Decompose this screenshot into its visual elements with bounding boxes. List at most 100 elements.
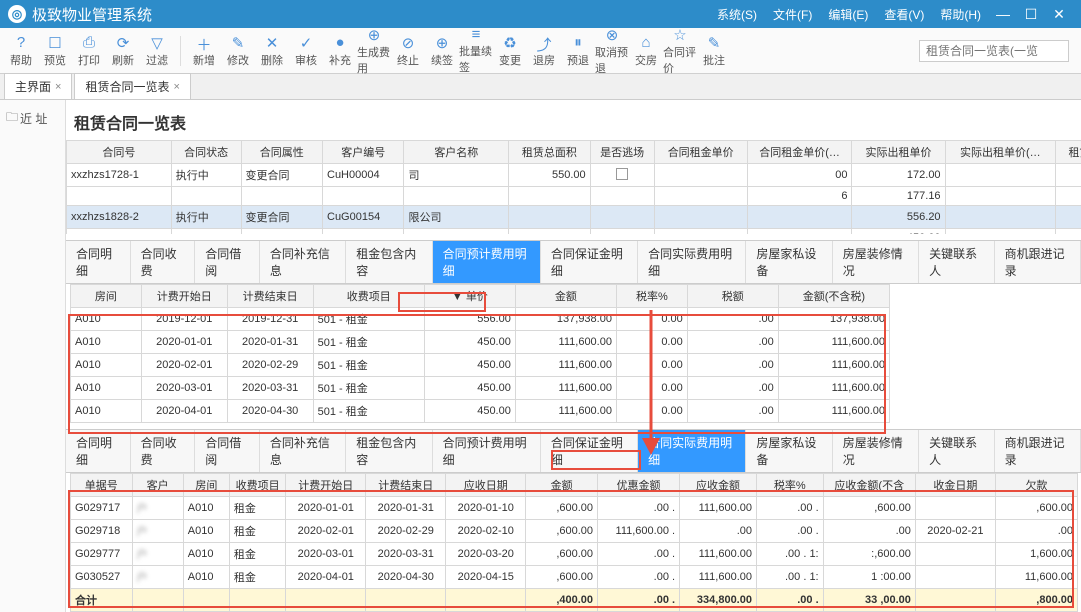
toolbar-新增[interactable]: ＋新增 — [187, 31, 221, 71]
close-button[interactable]: ✕ — [1045, 6, 1073, 23]
table-row[interactable]: A0102020-04-012020-04-30501 - 租金450.0011… — [71, 400, 890, 423]
col-header[interactable]: 税率% — [756, 474, 823, 497]
act-tab-5[interactable]: 合同预计费用明细 — [433, 430, 541, 472]
toolbar-终止[interactable]: ⊘终止 — [391, 31, 425, 71]
est-tab-6[interactable]: 合同保证金明细 — [541, 241, 638, 283]
table-row[interactable]: G029718户A010租金2020-02-012020-02-292020-0… — [71, 520, 1078, 543]
col-header[interactable]: 应收金额 — [680, 474, 757, 497]
table-row[interactable]: 6177.16550 — [67, 187, 1081, 206]
table-row[interactable]: G029777户A010租金2020-03-012020-03-312020-0… — [71, 543, 1078, 566]
col-header[interactable]: 应收日期 — [446, 474, 526, 497]
sidebar-item[interactable]: 🗀近 址 — [2, 104, 63, 133]
col-header[interactable]: 合同号 — [67, 141, 172, 164]
table-row[interactable]: 450.00248 — [67, 229, 1081, 235]
toolbar-预览[interactable]: ☐预览 — [38, 31, 72, 71]
col-header[interactable]: 税率% — [616, 285, 687, 308]
col-header[interactable]: 房间 — [183, 474, 229, 497]
toolbar-取消预退[interactable]: ⊗取消预退 — [595, 31, 629, 71]
col-header[interactable]: ▼ 单价 — [424, 285, 515, 308]
est-tab-4[interactable]: 租金包含内容 — [346, 241, 432, 283]
checkbox[interactable] — [616, 168, 628, 180]
table-row[interactable]: G030527户A010租金2020-04-012020-04-302020-0… — [71, 566, 1078, 589]
toolbar-交房[interactable]: ⌂交房 — [629, 31, 663, 71]
est-tab-1[interactable]: 合同收费 — [131, 241, 196, 283]
toolbar-预退[interactable]: ⏸预退 — [561, 31, 595, 71]
maximize-button[interactable]: ☐ — [1017, 6, 1045, 23]
est-tab-9[interactable]: 房屋装修情况 — [833, 241, 919, 283]
col-header[interactable]: 金额 — [515, 285, 616, 308]
act-tab-8[interactable]: 房屋家私设备 — [746, 430, 832, 472]
col-header[interactable]: 客户名称 — [404, 141, 509, 164]
col-header[interactable]: 客户编号 — [323, 141, 404, 164]
toolbar-补充[interactable]: ●补充 — [323, 31, 357, 71]
toolbar-审核[interactable]: ✓审核 — [289, 31, 323, 71]
tab-lease-list[interactable]: 租赁合同一览表× — [74, 73, 190, 99]
menu-edit[interactable]: 编辑(E) — [828, 6, 868, 23]
col-header[interactable]: 合同属性 — [241, 141, 322, 164]
col-header[interactable]: 客户 — [132, 474, 183, 497]
act-tab-4[interactable]: 租金包含内容 — [346, 430, 432, 472]
est-tab-2[interactable]: 合同借阅 — [195, 241, 260, 283]
est-tab-3[interactable]: 合同补充信息 — [260, 241, 346, 283]
est-tab-7[interactable]: 合同实际费用明细 — [638, 241, 746, 283]
act-tab-3[interactable]: 合同补充信息 — [260, 430, 346, 472]
act-tab-2[interactable]: 合同借阅 — [195, 430, 260, 472]
est-tab-5[interactable]: 合同预计费用明细 — [433, 241, 541, 283]
act-tab-1[interactable]: 合同收费 — [131, 430, 196, 472]
minimize-button[interactable]: — — [989, 6, 1017, 22]
toolbar-批注[interactable]: ✎批注 — [697, 31, 731, 71]
col-header[interactable]: 计费开始日 — [286, 474, 366, 497]
col-header[interactable]: 实际出租单价(… — [945, 141, 1056, 164]
toolbar-刷新[interactable]: ⟳刷新 — [106, 31, 140, 71]
toolbar-修改[interactable]: ✎修改 — [221, 31, 255, 71]
table-row[interactable]: A0102019-12-012019-12-31501 - 租金556.0013… — [71, 308, 890, 331]
col-header[interactable]: 单据号 — [71, 474, 133, 497]
toolbar-批量续签[interactable]: ≡批量续签 — [459, 31, 493, 71]
toolbar-删除[interactable]: ✕删除 — [255, 31, 289, 71]
toolbar-生成费用[interactable]: ⊕生成费用 — [357, 31, 391, 71]
act-tab-9[interactable]: 房屋装修情况 — [833, 430, 919, 472]
col-header[interactable]: 租赁面积 — [1056, 141, 1081, 164]
col-header[interactable]: 收金日期 — [915, 474, 995, 497]
toolbar-帮助[interactable]: ?帮助 — [4, 31, 38, 71]
act-tab-11[interactable]: 商机跟进记录 — [995, 430, 1081, 472]
col-header[interactable]: 合同租金单价 — [654, 141, 747, 164]
menu-view[interactable]: 查看(V) — [884, 6, 924, 23]
col-header[interactable]: 税额 — [687, 285, 778, 308]
detail-table-actual[interactable]: 单据号客户房间收费项目计费开始日计费结束日应收日期金额优惠金额应收金额税率%应收… — [70, 473, 1078, 612]
col-header[interactable]: 金额 — [526, 474, 598, 497]
col-header[interactable]: 计费开始日 — [141, 285, 227, 308]
toolbar-变更[interactable]: ♻变更 — [493, 31, 527, 71]
act-tab-6[interactable]: 合同保证金明细 — [541, 430, 638, 472]
table-row[interactable]: xxzhzs1828-2执行中变更合同CuG00154限公司556.20248 — [67, 206, 1081, 229]
toolbar-过滤[interactable]: ▽过滤 — [140, 31, 174, 71]
close-icon[interactable]: × — [173, 81, 179, 93]
col-header[interactable]: 收费项目 — [313, 285, 424, 308]
est-tab-8[interactable]: 房屋家私设备 — [746, 241, 832, 283]
col-header[interactable]: 收费项目 — [229, 474, 285, 497]
toolbar-合同评价[interactable]: ☆合同评价 — [663, 31, 697, 71]
col-header[interactable]: 计费结束日 — [366, 474, 446, 497]
toolbar-退房[interactable]: ⤴退房 — [527, 31, 561, 71]
table-row[interactable]: A0102020-02-012020-02-29501 - 租金450.0011… — [71, 354, 890, 377]
col-header[interactable]: 金额(不含税) — [778, 285, 889, 308]
act-tab-0[interactable]: 合同明细 — [66, 430, 131, 472]
act-tab-10[interactable]: 关键联系人 — [919, 430, 995, 472]
search-input[interactable] — [919, 40, 1069, 62]
close-icon[interactable]: × — [55, 81, 61, 93]
est-tab-0[interactable]: 合同明细 — [66, 241, 131, 283]
menu-file[interactable]: 文件(F) — [773, 6, 812, 23]
menu-help[interactable]: 帮助(H) — [940, 6, 981, 23]
col-header[interactable]: 优惠金额 — [598, 474, 680, 497]
table-row[interactable]: A0102020-01-012020-01-31501 - 租金450.0011… — [71, 331, 890, 354]
menu-system[interactable]: 系统(S) — [717, 6, 757, 23]
detail-table-estimate[interactable]: 房间计费开始日计费结束日收费项目▼ 单价金额税率%税额金额(不含税) A0102… — [70, 284, 890, 423]
toolbar-续签[interactable]: ⊕续签 — [425, 31, 459, 71]
est-tab-11[interactable]: 商机跟进记录 — [995, 241, 1081, 283]
table-row[interactable]: A0102020-03-012020-03-31501 - 租金450.0011… — [71, 377, 890, 400]
col-header[interactable]: 欠款 — [995, 474, 1077, 497]
col-header[interactable]: 实际出租单价 — [852, 141, 945, 164]
col-header[interactable]: 合同状态 — [171, 141, 241, 164]
col-header[interactable]: 合同租金单价(… — [747, 141, 852, 164]
toolbar-打印[interactable]: ⎙打印 — [72, 31, 106, 71]
